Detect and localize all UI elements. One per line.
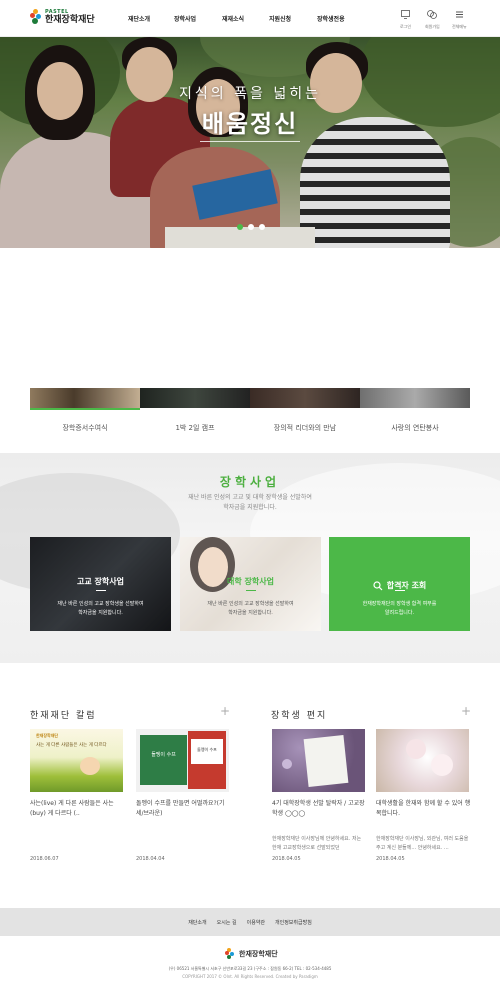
gallery-active-bar xyxy=(30,408,140,410)
hero-headline: 지식의 폭을 넓히는 xyxy=(179,86,321,102)
logo-main-text: 한재장학재단 xyxy=(45,14,95,25)
footer-link-privacy[interactable]: 개인정보취급방침 xyxy=(275,919,312,926)
scholarship-desc: 재난 바른 인성의 고교 및 대학 장학생을 선발하여 학자금을 지원합니다. xyxy=(150,493,350,513)
slide-dot-1[interactable] xyxy=(237,224,243,230)
hero-title: 배움정신 xyxy=(201,110,299,138)
card-university-title: 대학 장학사업 xyxy=(227,577,274,586)
card-result-lookup-desc-line1: 한재장학재단의 장학생 합격 여부를 xyxy=(362,601,437,607)
footer-logo: 한재장학재단 xyxy=(225,948,278,960)
login-link[interactable]: 로그인 xyxy=(400,10,411,30)
column-thumb-2-title-2: 돌멩이 수프 xyxy=(197,747,217,752)
hero-divider xyxy=(200,141,300,142)
letters-post-1-body: 한재장학재단 이사장님께 안녕하세요. 저는 한재 고교장학생으로 선발되었던 xyxy=(272,836,362,851)
column-more-button[interactable]: + xyxy=(220,704,230,718)
card-university-desc-line2: 학자금을 지원합니다. xyxy=(228,610,273,616)
footer-logo-mark-icon xyxy=(225,948,234,960)
scholarship-title: 장학사업 xyxy=(219,475,281,489)
column-thumb-1-text: 사는 게 다른 사람들은 사는 게 다르다 xyxy=(36,743,107,748)
card-high-school-desc: 재난 바른 인성의 고교 장학생을 선발하여 학자금을 지원합니다. xyxy=(40,600,161,618)
footer-link-about[interactable]: 재단소개 xyxy=(188,919,206,926)
nav-item-scholarship[interactable]: 장학사업 xyxy=(174,14,196,23)
column-post-2-title[interactable]: 돌멩이 수프를 만들면 어떨까요?(기세/브라운) xyxy=(136,799,231,819)
nav-item-news[interactable]: 재재소식 xyxy=(222,14,244,23)
card-result-lookup-desc: 한재장학재단의 장학생 합격 여부를 알려드립니다. xyxy=(339,600,460,618)
letters-thumb-2[interactable] xyxy=(376,729,469,792)
card-university-desc-line1: 재난 바른 인성의 고교 장학생을 선발하여 xyxy=(207,601,294,607)
card-university[interactable]: 대학 장학사업 재난 바른 인성의 고교 장학생을 선발하여 학자금을 지원합니… xyxy=(180,537,321,631)
column-thumb-1-brand: 한재장학재단 xyxy=(36,733,59,738)
all-menu-label: 전체메뉴 xyxy=(452,24,467,29)
slide-dot-2[interactable] xyxy=(248,224,254,230)
menu-icon xyxy=(455,10,464,22)
card-high-school-desc-line1: 재난 바른 인성의 고교 장학생을 선발하여 xyxy=(57,601,144,607)
gallery-label-4[interactable]: 사랑의 연탄봉사 xyxy=(360,423,470,433)
footer-logo-text: 한재장학재단 xyxy=(239,950,278,958)
nav-item-foundation[interactable]: 재단소개 xyxy=(128,14,150,23)
letters-title: 장학생 편지 xyxy=(271,711,328,721)
scholarship-desc-line2: 학자금을 지원합니다. xyxy=(223,504,277,511)
footer-links: 재단소개 오시는 길 이용약관 개인정보취급방침 xyxy=(0,919,500,926)
gallery-label-1[interactable]: 장학증서수여식 xyxy=(30,423,140,433)
gallery-image-2[interactable] xyxy=(140,388,250,408)
signup-label: 회원가입 xyxy=(425,24,440,29)
card-result-lookup-title: 합격자 조회 xyxy=(386,581,427,590)
scholarship-desc-line1: 재난 바른 인성의 고교 및 대학 장학생을 선발하여 xyxy=(188,494,312,501)
nav-item-apply[interactable]: 지원신청 xyxy=(269,14,291,23)
letters-post-2-body: 한재장학재단 이사장님, 외관님, 여러 도움을 주고 계신 분들께... 안녕… xyxy=(376,836,469,851)
card-high-school-title: 고교 장학사업 xyxy=(77,577,124,586)
card-high-school[interactable]: 고교 장학사업 재난 바른 인성의 고교 장학생을 선발하여 학자금을 지원합니… xyxy=(30,537,171,631)
gallery-label-2[interactable]: 1박 2일 캠프 xyxy=(140,423,250,433)
hero-pagination xyxy=(237,224,265,230)
slide-dot-3[interactable] xyxy=(259,224,265,230)
footer-address: (우) 06521 서울특별시 서초구 신반포로33길 23 (구주소 : 잠원… xyxy=(168,966,332,971)
column-thumb-2[interactable]: 돌멩이 수프 돌멩이 수프 xyxy=(136,729,229,792)
hero-banner xyxy=(0,37,500,248)
column-title: 한재재단 칼럼 xyxy=(30,711,97,721)
letters-thumb-1[interactable] xyxy=(272,729,365,792)
footer-copyright: COPYRIGHT 2017 © Olnt. All Rights Reserv… xyxy=(182,974,318,979)
letters-post-2-date: 2018.04.05 xyxy=(376,856,405,862)
people-icon xyxy=(427,10,438,22)
nav-item-scholars-only[interactable]: 장학생전용 xyxy=(317,14,345,23)
letters-post-1-title[interactable]: 4기 대학장학생 선발 탈락자 / 고교장학생 ◯◯◯ xyxy=(272,799,367,819)
search-icon xyxy=(373,576,383,595)
site-logo[interactable]: PASTEL 한재장학재단 xyxy=(30,9,95,25)
all-menu-button[interactable]: 전체메뉴 xyxy=(452,10,467,30)
letters-post-2-title[interactable]: 대학생활을 한재와 함께 할 수 있어 행복합니다. xyxy=(376,799,471,819)
letters-more-button[interactable]: + xyxy=(461,704,471,718)
gallery-image-1[interactable] xyxy=(30,388,140,408)
column-post-2-date: 2018.04.04 xyxy=(136,856,165,862)
column-thumb-1[interactable]: 한재장학재단 사는 게 다른 사람들은 사는 게 다르다 xyxy=(30,729,123,792)
card-high-school-desc-line2: 학자금을 지원합니다. xyxy=(78,610,123,616)
footer-link-terms[interactable]: 이용약관 xyxy=(247,919,265,926)
gallery-image-3[interactable] xyxy=(250,388,360,408)
column-thumb-2-title: 돌멩이 수프 xyxy=(151,752,176,758)
signup-link[interactable]: 회원가입 xyxy=(425,10,440,30)
gallery-image-4[interactable] xyxy=(360,388,470,408)
column-post-1-title[interactable]: 사는(live) 게 다른 사람들은 사는(buy) 게 다르다 (.. xyxy=(30,799,125,819)
monitor-icon xyxy=(401,10,410,22)
column-post-1-date: 2018.06.07 xyxy=(30,856,59,862)
card-result-lookup-desc-line2: 알려드립니다. xyxy=(384,610,415,616)
gallery-label-3[interactable]: 장의적 리더와의 만남 xyxy=(250,423,360,433)
letters-post-1-date: 2018.04.05 xyxy=(272,856,301,862)
footer-link-directions[interactable]: 오시는 길 xyxy=(217,919,237,926)
logo-sub-text: PASTEL xyxy=(45,8,69,15)
login-label: 로그인 xyxy=(400,24,412,29)
card-result-lookup[interactable]: 합격자 조회 한재장학재단의 장학생 합격 여부를 알려드립니다. xyxy=(329,537,470,631)
logo-mark-icon xyxy=(30,9,42,25)
card-university-desc: 재난 바른 인성의 고교 장학생을 선발하여 학자금을 지원합니다. xyxy=(190,600,311,618)
